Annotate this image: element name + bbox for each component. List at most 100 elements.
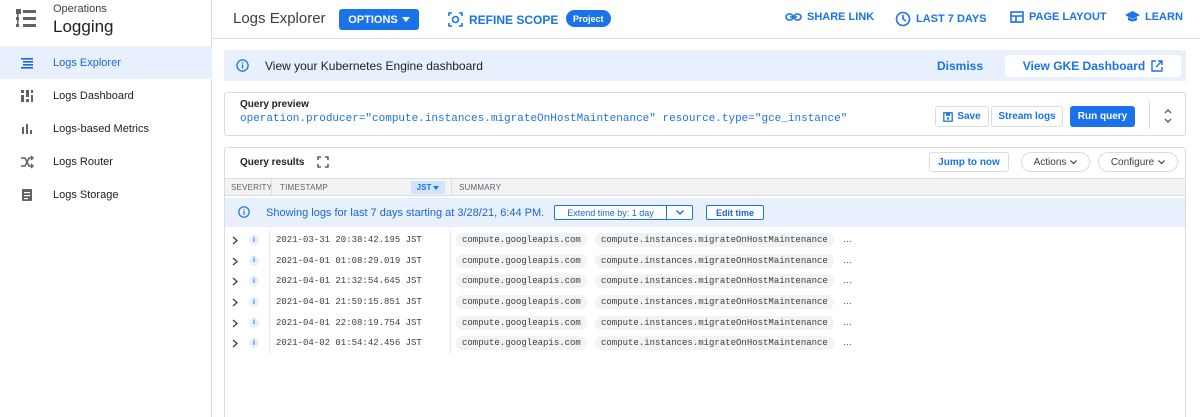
chevron-right-icon[interactable] bbox=[232, 319, 238, 328]
expand-collapse-toggle[interactable] bbox=[1161, 105, 1175, 127]
query-preview-label: Query preview bbox=[240, 99, 309, 110]
log-timestamp: 2021-04-01 22:08:19.754 JST bbox=[276, 317, 422, 328]
extend-time-dropdown[interactable] bbox=[667, 206, 692, 219]
severity-info-icon: i bbox=[249, 235, 259, 245]
service-chip[interactable]: compute.googleapis.com bbox=[456, 315, 587, 330]
log-timestamp: 2021-04-01 21:59:15.851 JST bbox=[276, 297, 422, 308]
time-range-button[interactable]: LAST 7 DAYS bbox=[895, 11, 987, 27]
column-severity[interactable]: SEVERITY bbox=[231, 183, 272, 192]
jump-to-now-button[interactable]: Jump to now bbox=[929, 152, 1009, 172]
service-chip[interactable]: compute.googleapis.com bbox=[456, 274, 587, 289]
save-label: Save bbox=[957, 111, 981, 122]
sidebar-nav: Logs Explorer Logs Dashboard Logs-based … bbox=[0, 46, 212, 211]
options-button[interactable]: OPTIONS bbox=[339, 9, 419, 30]
actions-label: Actions bbox=[1033, 156, 1067, 168]
sidebar-item-logs-based-metrics[interactable]: Logs-based Metrics bbox=[0, 112, 212, 145]
actions-dropdown[interactable]: Actions bbox=[1021, 152, 1090, 172]
view-gke-dashboard-button[interactable]: View GKE Dashboard bbox=[1005, 55, 1181, 77]
sidebar-item-label: Logs Dashboard bbox=[53, 89, 134, 102]
learn-button[interactable]: LEARN bbox=[1125, 11, 1183, 23]
divider bbox=[269, 333, 270, 355]
dismiss-button[interactable]: Dismiss bbox=[937, 59, 983, 73]
divider bbox=[450, 250, 451, 272]
banner-text: View your Kubernetes Engine dashboard bbox=[265, 59, 483, 73]
extend-time-label[interactable]: Extend time by: 1 day bbox=[555, 206, 667, 219]
log-row[interactable]: i 2021-04-01 21:32:54.645 JST compute.go… bbox=[225, 271, 1185, 293]
column-divider bbox=[451, 179, 452, 195]
refine-scope-label: REFINE SCOPE bbox=[469, 12, 559, 27]
extend-time-button[interactable]: Extend time by: 1 day bbox=[554, 205, 693, 220]
chevron-right-icon[interactable] bbox=[232, 257, 238, 266]
link-icon bbox=[785, 13, 802, 21]
product-title: Logging bbox=[53, 17, 114, 36]
sidebar-item-label: Logs Router bbox=[53, 155, 113, 168]
fullscreen-icon[interactable] bbox=[317, 156, 329, 168]
sidebar-item-logs-explorer[interactable]: Logs Explorer bbox=[0, 46, 212, 79]
method-chip[interactable]: compute.instances.migrateOnHostMaintenan… bbox=[595, 295, 834, 310]
time-range-info-text: Showing logs for last 7 days starting at… bbox=[266, 207, 545, 219]
timezone-selector[interactable]: JST bbox=[411, 181, 445, 194]
run-query-button[interactable]: Run query bbox=[1070, 106, 1135, 127]
stream-logs-button[interactable]: Stream logs bbox=[991, 106, 1063, 127]
logging-product-icon[interactable] bbox=[14, 7, 38, 31]
service-chip[interactable]: compute.googleapis.com bbox=[456, 295, 587, 310]
chevron-down-icon bbox=[401, 17, 410, 22]
sidebar-item-logs-router[interactable]: Logs Router bbox=[0, 145, 212, 178]
log-row[interactable]: i 2021-04-01 21:59:15.851 JST compute.go… bbox=[225, 292, 1185, 314]
divider bbox=[450, 271, 451, 293]
list-icon bbox=[20, 56, 34, 70]
severity-info-icon: i bbox=[249, 297, 259, 308]
method-chip[interactable]: compute.instances.migrateOnHostMaintenan… bbox=[595, 233, 834, 247]
dashboard-icon bbox=[20, 89, 34, 103]
sidebar-item-logs-dashboard[interactable]: Logs Dashboard bbox=[0, 79, 212, 112]
save-button[interactable]: Save bbox=[935, 106, 989, 127]
top-bar: Logs Explorer OPTIONS REFINE SCOPE Proje… bbox=[212, 0, 1200, 39]
service-chip[interactable]: compute.googleapis.com bbox=[456, 253, 587, 268]
open-in-new-icon bbox=[1151, 60, 1163, 72]
method-chip[interactable]: compute.instances.migrateOnHostMaintenan… bbox=[595, 274, 834, 289]
storage-icon bbox=[20, 188, 34, 202]
service-chip[interactable]: compute.googleapis.com bbox=[456, 233, 587, 247]
summary-more: … bbox=[843, 234, 852, 244]
chevron-right-icon[interactable] bbox=[232, 298, 238, 307]
log-row[interactable]: i 2021-04-01 22:08:19.754 JST compute.go… bbox=[225, 312, 1185, 334]
refine-scope-button[interactable]: REFINE SCOPE bbox=[448, 9, 558, 30]
chevron-right-icon[interactable] bbox=[232, 277, 238, 286]
divider bbox=[1149, 101, 1150, 129]
log-timestamp: 2021-04-01 01:08:29.019 JST bbox=[276, 255, 422, 266]
query-text[interactable]: operation.producer="compute.instances.mi… bbox=[240, 113, 847, 125]
log-timestamp: 2021-04-02 01:54:42.456 JST bbox=[276, 338, 422, 349]
configure-dropdown[interactable]: Configure bbox=[1098, 152, 1178, 172]
sidebar-item-label: Logs-based Metrics bbox=[53, 122, 149, 135]
time-range-label: LAST 7 DAYS bbox=[916, 13, 987, 25]
chevron-right-icon[interactable] bbox=[232, 339, 238, 348]
share-link-button[interactable]: SHARE LINK bbox=[785, 11, 874, 23]
column-summary[interactable]: SUMMARY bbox=[459, 183, 501, 192]
method-chip[interactable]: compute.instances.migrateOnHostMaintenan… bbox=[595, 336, 834, 351]
log-row[interactable]: i 2021-04-02 01:54:42.456 JST compute.go… bbox=[225, 333, 1185, 355]
chevron-down-icon bbox=[1158, 159, 1166, 164]
summary-more: … bbox=[843, 275, 852, 286]
divider bbox=[269, 292, 270, 314]
sidebar-item-logs-storage[interactable]: Logs Storage bbox=[0, 178, 212, 211]
column-timestamp[interactable]: TIMESTAMP bbox=[280, 183, 328, 192]
divider bbox=[450, 292, 451, 314]
query-results-title: Query results bbox=[240, 157, 305, 168]
edit-time-button[interactable]: Edit time bbox=[706, 205, 764, 220]
log-row[interactable]: i 2021-04-01 01:08:29.019 JST compute.go… bbox=[225, 250, 1185, 272]
unfold-icon bbox=[1164, 109, 1172, 123]
query-results-panel: Query results Jump to now Actions Config… bbox=[224, 147, 1186, 417]
caret-down-icon bbox=[433, 185, 440, 190]
page-layout-label: PAGE LAYOUT bbox=[1029, 11, 1107, 23]
divider bbox=[269, 271, 270, 293]
log-row[interactable]: i 2021-03-31 20:38:42.195 JST compute.go… bbox=[225, 230, 1185, 251]
method-chip[interactable]: compute.instances.migrateOnHostMaintenan… bbox=[595, 253, 834, 268]
severity-info-icon: i bbox=[249, 317, 259, 328]
page-layout-button[interactable]: PAGE LAYOUT bbox=[1010, 11, 1107, 23]
service-chip[interactable]: compute.googleapis.com bbox=[456, 336, 587, 351]
info-icon bbox=[236, 59, 249, 72]
summary-more: … bbox=[843, 337, 852, 348]
chevron-right-icon[interactable] bbox=[232, 236, 238, 245]
method-chip[interactable]: compute.instances.migrateOnHostMaintenan… bbox=[595, 315, 834, 330]
divider bbox=[269, 250, 270, 272]
